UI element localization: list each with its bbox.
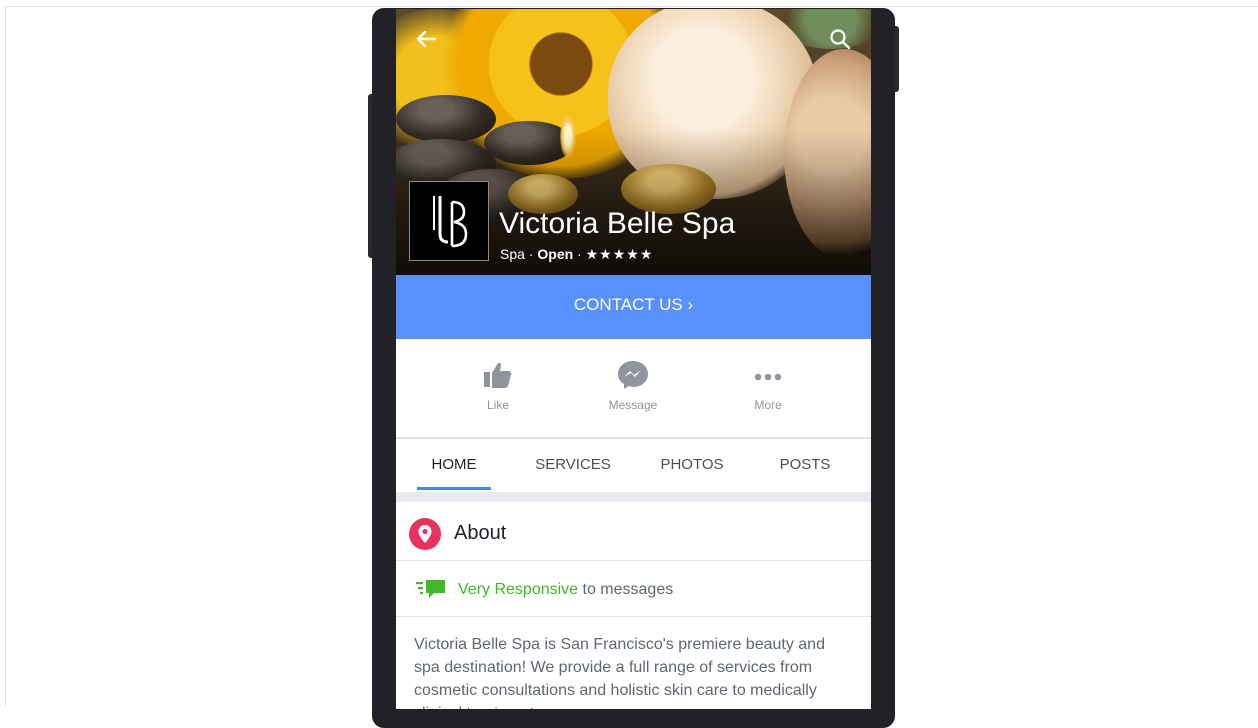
search-icon[interactable] — [828, 27, 852, 51]
meta-separator: · — [573, 246, 586, 262]
more-button[interactable]: More — [718, 357, 818, 412]
responsiveness-row: Very Responsive to messages — [396, 561, 871, 617]
rating-stars: ★★★★★ — [585, 246, 654, 262]
like-button[interactable]: Like — [448, 357, 548, 412]
action-bar: Like Message More — [396, 339, 871, 439]
contact-us-button[interactable]: CONTACT US › — [396, 275, 871, 339]
thumbs-up-icon — [484, 362, 512, 388]
active-tab-indicator — [417, 487, 491, 490]
page-category: Spa — [500, 246, 525, 262]
page-title: Victoria Belle Spa — [499, 207, 736, 240]
message-button[interactable]: Message — [583, 357, 683, 412]
open-status: Open — [537, 246, 574, 262]
messenger-icon — [618, 361, 648, 389]
about-title: About — [454, 522, 507, 544]
page-tabs: HOME SERVICES PHOTOS POSTS — [396, 439, 871, 492]
responsive-chat-icon — [416, 580, 445, 598]
location-pin-icon — [409, 518, 441, 550]
more-label: More — [754, 398, 782, 412]
responsive-rest: to messages — [578, 581, 674, 598]
like-label: Like — [486, 398, 509, 412]
tab-home[interactable]: HOME — [414, 439, 494, 492]
responsiveness-text: Very Responsive to messages — [458, 581, 673, 599]
more-dots-icon — [754, 373, 782, 381]
tab-services[interactable]: SERVICES — [526, 439, 620, 492]
about-description: Victoria Belle Spa is San Francisco's pr… — [414, 636, 825, 709]
meta-separator: · — [524, 246, 538, 262]
cover-photo: Victoria Belle Spa Spa · Open · ★★★★★ — [396, 9, 871, 275]
tab-posts[interactable]: POSTS — [766, 439, 844, 492]
message-label: Message — [608, 398, 658, 412]
section-divider — [396, 492, 871, 502]
page-logo[interactable] — [409, 181, 489, 261]
back-arrow-icon[interactable] — [414, 27, 438, 51]
responsive-highlight: Very Responsive — [458, 581, 579, 598]
tab-photos[interactable]: PHOTOS — [648, 439, 736, 492]
phone-screen: Victoria Belle Spa Spa · Open · ★★★★★ CO… — [396, 9, 871, 709]
page-meta: Spa · Open · ★★★★★ — [500, 246, 653, 263]
about-header: About — [396, 502, 871, 561]
